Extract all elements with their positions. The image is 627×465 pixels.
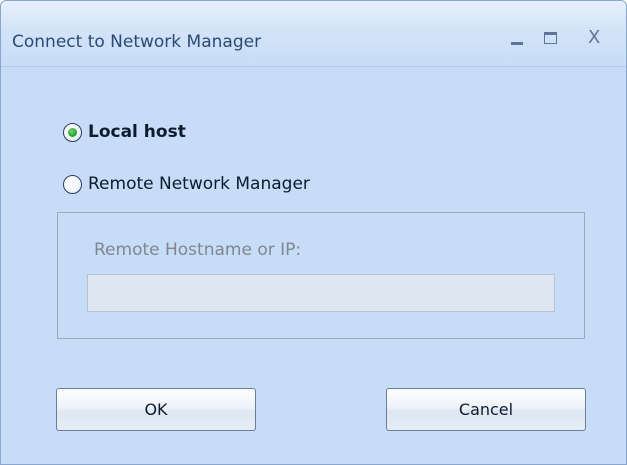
local-host-radio[interactable] (63, 122, 82, 142)
local-host-label[interactable]: Local host (88, 122, 186, 142)
remote-hostname-input[interactable] (87, 274, 555, 312)
remote-hostname-label: Remote Hostname or IP: (94, 240, 302, 260)
close-button[interactable]: X (584, 25, 612, 51)
maximize-button[interactable] (538, 25, 566, 51)
title-bar[interactable]: Connect to Network Manager X (1, 1, 626, 67)
minimize-icon (511, 42, 523, 45)
remote-network-manager-option[interactable]: Remote Network Manager (63, 174, 310, 194)
window-title: Connect to Network Manager (12, 32, 262, 52)
minimize-button[interactable] (504, 25, 532, 51)
ok-button[interactable]: OK (56, 388, 256, 431)
radio-selected-dot (68, 127, 77, 137)
dialog-body: Local host Remote Network Manager Remote… (1, 67, 626, 464)
remote-network-manager-label[interactable]: Remote Network Manager (88, 174, 310, 194)
network-manager-dialog: Connect to Network Manager X Local host … (0, 0, 627, 465)
remote-network-manager-radio[interactable] (63, 174, 82, 194)
cancel-button[interactable]: Cancel (386, 388, 586, 431)
close-icon: X (588, 27, 601, 48)
remote-settings-group: Remote Hostname or IP: (57, 212, 585, 339)
local-host-option[interactable]: Local host (63, 122, 186, 142)
maximize-icon (544, 32, 557, 44)
